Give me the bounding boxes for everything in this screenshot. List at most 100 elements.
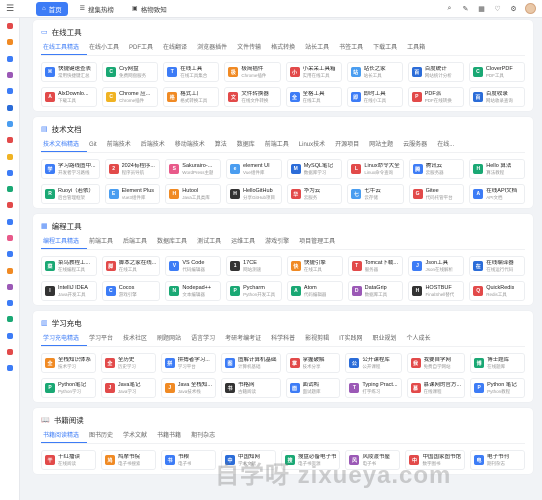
section-tab[interactable]: 后端工具 — [121, 237, 155, 249]
site-tile[interactable]: P Pycharm Python开发工具 — [226, 281, 282, 301]
site-tile[interactable]: C Cocos 游戏引擎 — [101, 281, 161, 301]
site-tile[interactable]: 学学习路线图中... 开发者学习路线 — [41, 159, 100, 179]
rail-nav-icon[interactable] — [0, 311, 20, 327]
rail-nav-icon[interactable] — [0, 116, 20, 132]
rail-nav-icon[interactable] — [0, 230, 20, 246]
site-tile[interactable]: 即即时工具 在线小工具 — [346, 87, 403, 107]
site-tile[interactable]: 面面试鸭 面试题库 — [285, 378, 341, 398]
site-tile[interactable]: A AlxDownlo... 下载工具 — [41, 87, 98, 107]
section-tab[interactable]: 格式转换 — [269, 43, 303, 55]
site-tile[interactable]: 书书格网 古籍阅读 — [220, 378, 281, 398]
rail-nav-icon[interactable] — [0, 99, 20, 115]
section-tab[interactable]: 在线工具精选 — [41, 43, 88, 55]
site-tile[interactable]: 华华为云 云服务 — [286, 184, 343, 204]
section-tab[interactable]: 游戏引擎 — [263, 237, 297, 249]
tab-2[interactable]: ▣ 格物致知 — [126, 2, 173, 16]
section-tab[interactable]: 运维工具 — [229, 237, 263, 249]
grid-icon[interactable]: ▦ — [477, 3, 486, 14]
site-tile[interactable]: 文文件转换器 在线文件转换 — [224, 87, 281, 107]
rail-nav-icon[interactable] — [0, 295, 20, 311]
site-tile[interactable]: 干干红播读 在线阅读 — [41, 450, 96, 470]
section-tab[interactable]: Linux技术 — [297, 140, 333, 152]
rail-nav-icon[interactable] — [0, 181, 20, 197]
site-tile[interactable]: e element UI Vue组件库 — [226, 159, 282, 179]
rail-nav-icon[interactable] — [0, 246, 20, 262]
section-tab[interactable]: 考研考编考证 — [223, 334, 269, 346]
rail-nav-icon[interactable] — [0, 360, 20, 376]
section-tab[interactable]: 书籍阅读精选 — [41, 431, 88, 443]
site-tile[interactable]: 电电子书刊 期刊杂志 — [470, 450, 525, 470]
site-tile[interactable]: 书书粮 电子书 — [160, 450, 216, 470]
site-tile[interactable]: 公公开课程库 公开课程 — [345, 353, 402, 373]
site-tile[interactable]: H Hello 算法 算法教程 — [469, 159, 525, 179]
section-tab[interactable]: 学习充电精选 — [41, 334, 88, 346]
site-tile[interactable]: 全全历史 历史学习 — [100, 353, 156, 373]
section-tab[interactable]: 书籍书籍 — [155, 431, 189, 443]
section-tab[interactable]: 技术文档精选 — [41, 140, 88, 152]
rail-nav-icon[interactable] — [0, 279, 20, 295]
site-tile[interactable]: E Element Plus Vue3组件库 — [104, 184, 161, 204]
site-tile[interactable]: T 在线工具 在线工具集合 — [163, 62, 220, 82]
site-tile[interactable]: C Cry网盘 免费网盘服务 — [102, 62, 159, 82]
tab-0[interactable]: ⌂ 首页 — [36, 1, 68, 16]
site-tile[interactable]: A 在线API文档 API文档 — [469, 184, 525, 204]
site-tile[interactable]: C CloverPDF PDF工具 — [468, 62, 525, 82]
rail-nav-icon[interactable] — [0, 34, 20, 50]
section-tab[interactable]: 算法 — [213, 140, 235, 152]
rail-nav-icon[interactable] — [0, 262, 20, 278]
site-tile[interactable]: C Chrome 应... Chrome插件 — [102, 87, 159, 107]
rail-nav-icon[interactable] — [0, 51, 20, 67]
menu-icon[interactable]: ☰ — [0, 0, 20, 18]
site-tile[interactable]: S Sakurairo-... WordPress主题 — [165, 159, 221, 179]
site-tile[interactable]: V VS Code 代码编辑器 — [165, 256, 222, 276]
site-tile[interactable]: 图图解计算机基础 计算机基础 — [220, 353, 281, 373]
site-tile[interactable]: L Linux命令大全 Linux命令查询 — [347, 159, 404, 179]
section-tab[interactable]: 书签工具 — [337, 43, 371, 55]
site-tile[interactable]: 拼拼搏者学习... 学习平台 — [160, 353, 216, 373]
site-tile[interactable]: 全全栈知识体系 技术学习 — [41, 353, 96, 373]
section-tab[interactable]: 科学科普 — [269, 334, 303, 346]
section-tab[interactable]: 前端工具 — [87, 237, 121, 249]
site-tile[interactable]: M MySQL笔记 数据库学习 — [286, 159, 343, 179]
tab-1[interactable]: ☰ 搜集热榜 — [74, 2, 120, 16]
site-tile[interactable]: 极极简插件 Chrome插件 — [224, 62, 281, 82]
site-tile[interactable]: 慕慕课网的官方... 在线课程 — [406, 378, 466, 398]
section-tab[interactable]: 工具箱 — [405, 43, 433, 55]
rail-nav-icon[interactable] — [0, 165, 20, 181]
site-tile[interactable]: 百百度统计 网站统计分析 — [407, 62, 464, 82]
section-tab[interactable]: 测试工具 — [195, 237, 229, 249]
section-tab[interactable]: Git — [87, 140, 105, 152]
section-tab[interactable]: 在线... — [435, 140, 462, 152]
site-tile[interactable]: 掌掌握破解 技术分享 — [285, 353, 341, 373]
section-tab[interactable]: 后端技术 — [139, 140, 173, 152]
section-tab[interactable]: 技术社区 — [121, 334, 155, 346]
section-tab[interactable]: 数据库 — [235, 140, 263, 152]
site-tile[interactable]: 在在线编译器 在线运行代码 — [469, 256, 525, 276]
section-tab[interactable]: 前端技术 — [105, 140, 139, 152]
site-tile[interactable]: Q QuickRedis Redis工具 — [469, 281, 525, 301]
section-tab[interactable]: 前端工具 — [263, 140, 297, 152]
site-tile[interactable]: J Json工具 Json在线解析 — [408, 256, 465, 276]
section-tab[interactable]: PDF工具 — [127, 43, 161, 55]
site-tile[interactable]: T Tomcat下载... 服务器 — [347, 256, 404, 276]
site-tile[interactable]: R Ruoyi（若依） 后台管理框架 — [41, 184, 100, 204]
site-tile[interactable]: T Typing Pract... 打字练习 — [345, 378, 402, 398]
section-tab[interactable]: 开源项目 — [333, 140, 367, 152]
section-tab[interactable]: 个人成长 — [404, 334, 438, 346]
site-tile[interactable]: G Gitee 代码托管平台 — [408, 184, 465, 204]
site-tile[interactable]: 小小呆呆工具箱 实用在线工具 — [285, 62, 342, 82]
site-tile[interactable]: 腾腾讯云 云服务器 — [408, 159, 465, 179]
avatar[interactable] — [525, 3, 536, 14]
section-tab[interactable]: 刷题网站 — [155, 334, 189, 346]
section-tab[interactable]: 项目管理工具 — [297, 237, 343, 249]
site-tile[interactable]: H HelloGitHub 分享GitHub项目 — [226, 184, 282, 204]
rail-nav-icon[interactable] — [0, 214, 20, 230]
site-tile[interactable]: 我我要自学网 免费自学网站 — [406, 353, 466, 373]
site-tile[interactable]: N Nodepad++ 文本编辑器 — [165, 281, 222, 301]
rail-nav-icon[interactable] — [0, 18, 20, 34]
rail-nav-icon[interactable] — [0, 132, 20, 148]
section-tab[interactable]: 图书历史 — [87, 431, 121, 443]
site-tile[interactable]: 百百度收录 网站收录查询 — [468, 87, 525, 107]
site-tile[interactable]: ⌘ 快捷键速查表 常用快捷键汇总 — [41, 62, 98, 82]
site-tile[interactable]: 博博士题库 在线题库 — [470, 353, 525, 373]
